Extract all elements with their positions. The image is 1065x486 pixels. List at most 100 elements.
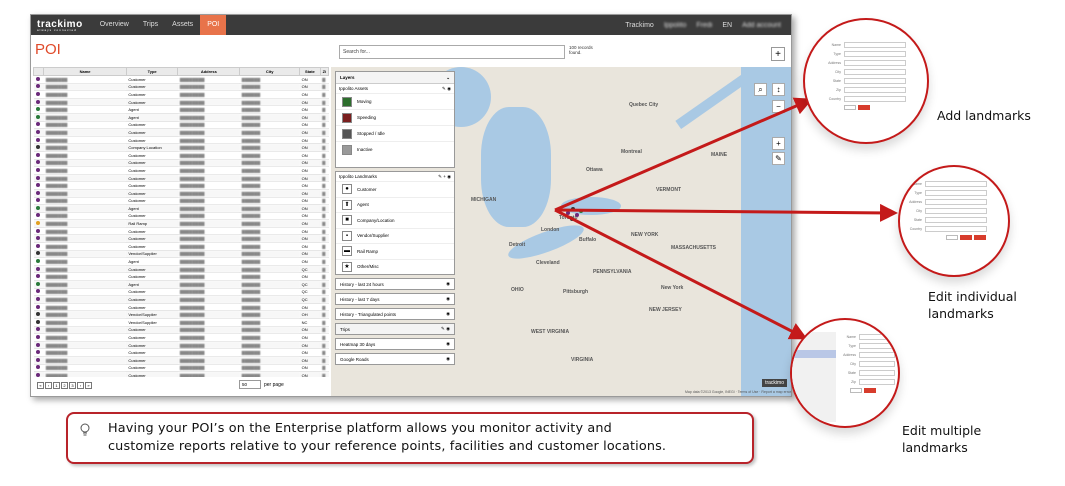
name-field[interactable] (859, 334, 895, 340)
poi-marker[interactable] (566, 211, 570, 215)
col-name[interactable]: Name (43, 67, 127, 76)
zoom-in-button[interactable]: + (772, 137, 785, 150)
add-poi-button[interactable]: + (771, 47, 785, 61)
per-page-select[interactable]: 50 (239, 380, 261, 389)
table-row[interactable]: ▇▇▇▇▇▇▇ Customer ▇▇▇▇▇▇▇▇ ▇▇▇▇▇▇ ON ▇ (33, 341, 329, 350)
table-row[interactable]: ▇▇▇▇▇▇▇ Customer ▇▇▇▇▇▇▇▇ ▇▇▇▇▇▇ QC ▇ (33, 265, 329, 274)
language-select[interactable]: EN (722, 22, 732, 29)
country-field[interactable] (844, 96, 906, 102)
table-row[interactable]: ▇▇▇▇▇▇▇ Customer ▇▇▇▇▇▇▇▇ ▇▇▇▇▇▇ ON ▇ (33, 371, 329, 377)
save-button[interactable] (858, 105, 870, 110)
landmark-actions-icon[interactable]: ✎ + ◉ (438, 174, 451, 180)
nav-assets[interactable]: Assets (165, 15, 200, 35)
type-select[interactable] (859, 343, 895, 349)
page-button[interactable]: « (37, 382, 44, 389)
type-select[interactable] (844, 51, 906, 57)
city-field[interactable] (925, 208, 987, 214)
asset-layer-item[interactable]: Moving (336, 93, 454, 109)
table-row[interactable]: ▇▇▇▇▇▇▇ Agent ▇▇▇▇▇▇▇▇ ▇▇▇▇▇▇ ON ▇ (33, 105, 329, 114)
state-field[interactable] (859, 370, 895, 376)
address-field[interactable] (844, 60, 906, 66)
table-row[interactable]: ▇▇▇▇▇▇▇ Customer ▇▇▇▇▇▇▇▇ ▇▇▇▇▇▇ ON ▇ (33, 272, 329, 282)
cancel-button[interactable] (844, 105, 856, 110)
name-field[interactable] (844, 42, 906, 48)
layers-header[interactable]: Layers ⌄ (336, 72, 454, 84)
city-field[interactable] (859, 361, 895, 367)
page-button[interactable]: » (85, 382, 92, 389)
table-row[interactable]: ▇▇▇▇▇▇▇ Agent ▇▇▇▇▇▇▇▇ ▇▇▇▇▇▇ ON ▇ (33, 204, 329, 213)
table-row[interactable]: ▇▇▇▇▇▇▇ Rail Ramp ▇▇▇▇▇▇▇▇ ▇▇▇▇▇▇ ON ▇ (33, 219, 329, 228)
poi-marker[interactable] (579, 209, 583, 213)
table-row[interactable]: ▇▇▇▇▇▇▇ Company Location ▇▇▇▇▇▇▇▇ ▇▇▇▇▇▇ ON ▇ (33, 143, 329, 152)
table-row[interactable]: ▇▇▇▇▇▇▇ Agent ▇▇▇▇▇▇▇▇ ▇▇▇▇▇▇ ON ▇ (33, 113, 329, 122)
table-row[interactable]: ▇▇▇▇▇▇▇ Customer ▇▇▇▇▇▇▇▇ ▇▇▇▇▇▇ ON ▇ (33, 242, 329, 251)
table-row[interactable]: ▇▇▇▇▇▇▇ Vendor/Supplier ▇▇▇▇▇▇▇▇ ▇▇▇▇▇▇ OH ▇ (33, 310, 329, 319)
landmark-layer-item[interactable]: ● Customer (336, 181, 454, 197)
table-row[interactable]: ▇▇▇▇▇▇▇ Vendor/Supplier ▇▇▇▇▇▇▇▇ ▇▇▇▇▇▇ ON ▇ (33, 250, 329, 259)
asset-layer-item[interactable]: Speeding (336, 109, 454, 125)
table-row[interactable]: ▇▇▇▇▇▇▇ Customer ▇▇▇▇▇▇▇▇ ▇▇▇▇▇▇ ON ▇ (33, 83, 329, 92)
table-row[interactable]: ▇▇▇▇▇▇▇ Customer ▇▇▇▇▇▇▇▇ ▇▇▇▇▇▇ ON ▇ (33, 234, 329, 244)
table-row[interactable]: ▇▇▇▇▇▇▇ Customer ▇▇▇▇▇▇▇▇ ▇▇▇▇▇▇ ON ▇ (33, 90, 329, 99)
cancel-button[interactable] (946, 235, 958, 240)
city-field[interactable] (844, 69, 906, 75)
page-button[interactable]: 3 (69, 382, 76, 389)
zoom-out-button[interactable]: − (772, 100, 785, 113)
account-brand[interactable]: Trackimo (625, 22, 654, 29)
map-search-icon[interactable]: ⌕ (754, 83, 767, 96)
asset-layer-item[interactable]: Inactive (336, 141, 454, 157)
trackimo-logo[interactable]: trackimo always connected (37, 19, 83, 32)
nav-poi[interactable]: POI (200, 15, 227, 35)
page-button[interactable]: 1 (53, 382, 60, 389)
zip-field[interactable] (859, 379, 895, 385)
google-roads-layer[interactable]: Google Roads ◉ (335, 353, 455, 365)
table-row[interactable]: ▇▇▇▇▇▇▇ Customer ▇▇▇▇▇▇▇▇ ▇▇▇▇▇▇ ON ▇ (33, 227, 329, 236)
table-row[interactable]: ▇▇▇▇▇▇▇ Customer ▇▇▇▇▇▇▇▇ ▇▇▇▇▇▇ ON ▇ (33, 75, 329, 84)
account-user[interactable]: Fredi (696, 22, 712, 29)
map-pan-icon[interactable]: ↕ (772, 83, 785, 96)
table-row[interactable]: ▇▇▇▇▇▇▇ Customer ▇▇▇▇▇▇▇▇ ▇▇▇▇▇▇ ON ▇ (33, 174, 329, 183)
table-row[interactable]: ▇▇▇▇▇▇▇ Agent ▇▇▇▇▇▇▇▇ ▇▇▇▇▇▇ ON ▇ (33, 257, 329, 266)
edit-eye-icon[interactable]: ✎ ◉ (441, 326, 450, 332)
add-account-link[interactable]: Add account (742, 22, 781, 29)
landmark-layer-item[interactable]: ★ Other/Misc (336, 258, 454, 275)
table-row[interactable]: ▇▇▇▇▇▇▇ Customer ▇▇▇▇▇▇▇▇ ▇▇▇▇▇▇ ON ▇ (33, 166, 329, 175)
state-field[interactable] (844, 78, 906, 84)
col-icon[interactable] (33, 67, 45, 76)
poi-marker-cluster[interactable] (566, 207, 588, 225)
table-row[interactable]: ▇▇▇▇▇▇▇ Customer ▇▇▇▇▇▇▇▇ ▇▇▇▇▇▇ ON ▇ (33, 333, 329, 342)
zip-field[interactable] (844, 87, 906, 93)
table-row[interactable]: ▇▇▇▇▇▇▇ Customer ▇▇▇▇▇▇▇▇ ▇▇▇▇▇▇ ON ▇ (33, 121, 329, 130)
eye-icon[interactable]: ◉ (446, 356, 450, 362)
map-view[interactable]: Quebec City Montreal Ottawa Toronto Buff… (331, 67, 791, 396)
history-24h-layer[interactable]: History - last 24 hours ◉ (335, 278, 455, 290)
table-row[interactable]: ▇▇▇▇▇▇▇ Customer ▇▇▇▇▇▇▇▇ ▇▇▇▇▇▇ ON ▇ (33, 159, 329, 168)
landmark-layer-item[interactable]: ▪ Vendor/Supplier (336, 227, 454, 244)
account-company[interactable]: Ippolito (664, 22, 687, 29)
table-row[interactable]: ▇▇▇▇▇▇▇ Customer ▇▇▇▇▇▇▇▇ ▇▇▇▇▇▇ ON ▇ (33, 197, 329, 206)
map-attribution[interactable]: Map data ©2013 Google, INEGI · Terms of … (685, 390, 791, 394)
col-address[interactable]: Address (177, 67, 241, 76)
name-field[interactable] (925, 181, 987, 187)
country-field[interactable] (925, 226, 987, 232)
col-type[interactable]: Type (125, 67, 179, 76)
heatmap-layer[interactable]: Heatmap 30 days ◉ (335, 338, 455, 350)
poi-marker[interactable] (571, 207, 575, 211)
asset-layer-item[interactable]: Stopped / Idle (336, 125, 454, 141)
multi-select-table[interactable] (792, 332, 836, 422)
table-row[interactable]: ▇▇▇▇▇▇▇ Customer ▇▇▇▇▇▇▇▇ ▇▇▇▇▇▇ ON ▇ (33, 151, 329, 160)
draw-pencil-icon[interactable]: ✎ (772, 152, 785, 165)
page-button[interactable]: › (77, 382, 84, 389)
save-button[interactable] (974, 235, 986, 240)
search-input[interactable]: Search for... (339, 45, 565, 59)
table-row[interactable]: ▇▇▇▇▇▇▇ Agent ▇▇▇▇▇▇▇▇ ▇▇▇▇▇▇ QC ▇ (33, 280, 329, 289)
col-zip[interactable]: Zi (319, 67, 329, 76)
table-row[interactable]: ▇▇▇▇▇▇▇ Customer ▇▇▇▇▇▇▇▇ ▇▇▇▇▇▇ QC ▇ (33, 288, 329, 297)
nav-trips[interactable]: Trips (136, 15, 165, 35)
table-row[interactable]: ▇▇▇▇▇▇▇ Customer ▇▇▇▇▇▇▇▇ ▇▇▇▇▇▇ ON ▇ (33, 181, 329, 190)
address-field[interactable] (925, 199, 987, 205)
selected-row[interactable] (792, 350, 836, 358)
table-row[interactable]: ▇▇▇▇▇▇▇ Customer ▇▇▇▇▇▇▇▇ ▇▇▇▇▇▇ ON ▇ (33, 128, 329, 137)
nav-overview[interactable]: Overview (93, 15, 136, 35)
table-row[interactable]: ▇▇▇▇▇▇▇ Customer ▇▇▇▇▇▇▇▇ ▇▇▇▇▇▇ ON ▇ (33, 364, 329, 373)
